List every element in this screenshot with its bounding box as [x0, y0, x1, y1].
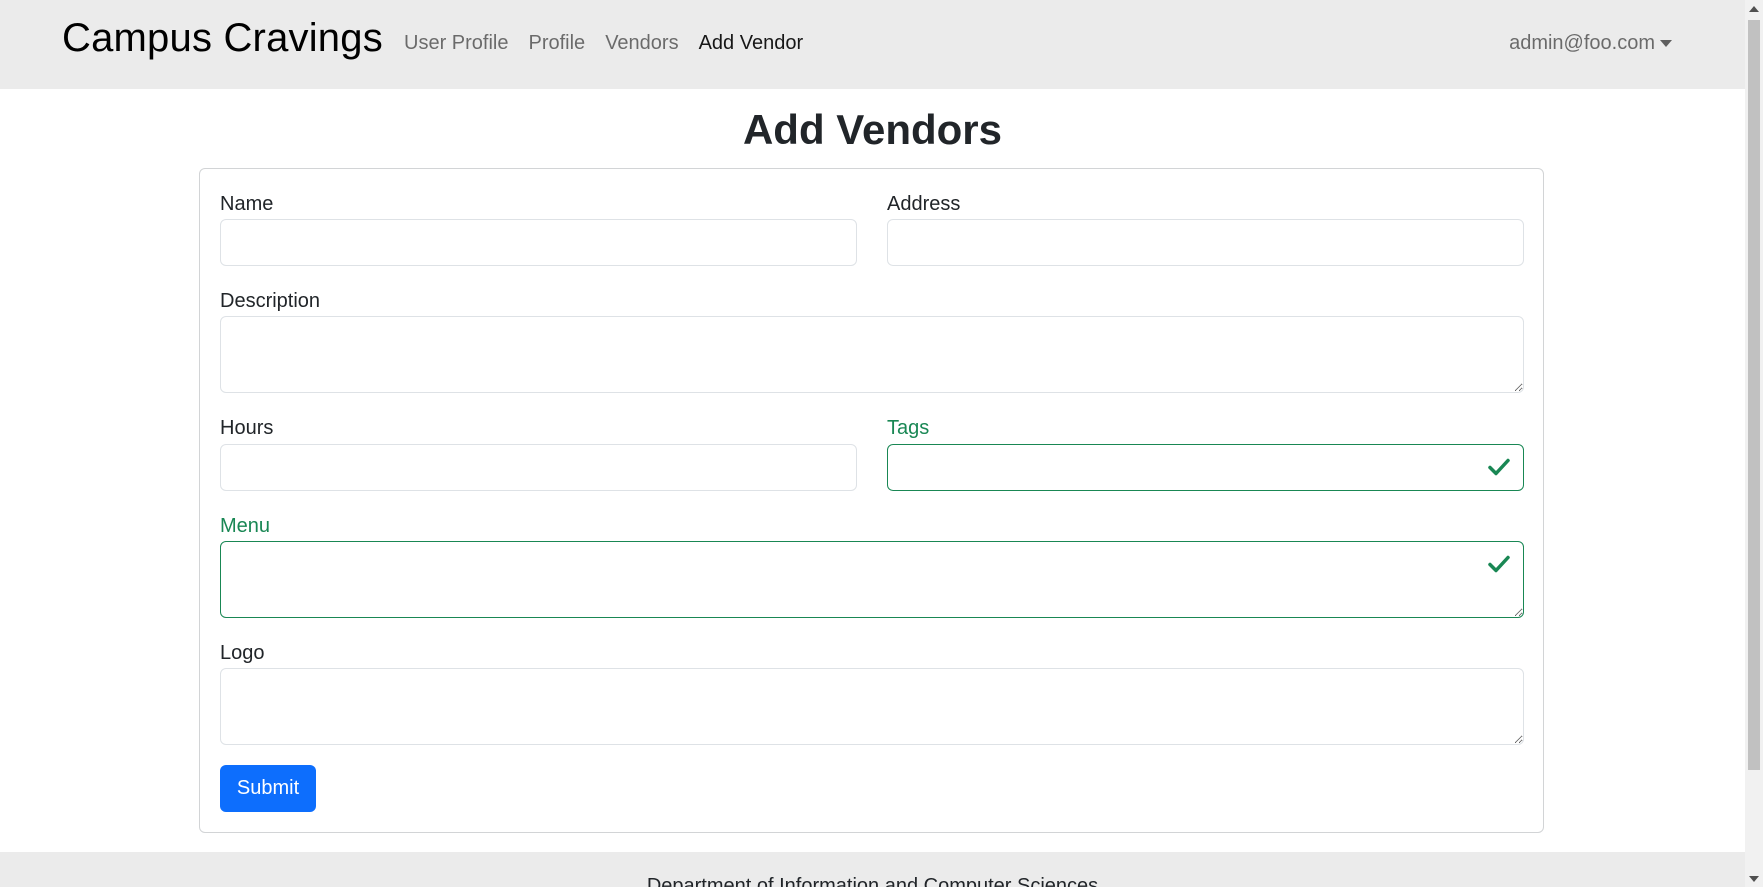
caret-down-icon — [1660, 40, 1672, 47]
scroll-down-arrow-icon[interactable] — [1749, 876, 1759, 882]
tags-input[interactable] — [887, 444, 1524, 491]
description-textarea[interactable] — [220, 316, 1524, 393]
scroll-thumb[interactable] — [1748, 20, 1760, 770]
user-email: admin@foo.com — [1509, 32, 1655, 54]
tags-label: Tags — [887, 417, 930, 439]
check-icon — [1488, 555, 1510, 573]
address-input[interactable] — [887, 219, 1524, 266]
description-label: Description — [220, 290, 321, 312]
logo-textarea[interactable] — [220, 668, 1524, 745]
nav-link-vendors[interactable]: Vendors — [605, 32, 678, 55]
page-title: Add Vendors — [742, 106, 1003, 153]
hours-label: Hours — [220, 417, 274, 439]
nav-link-add-vendor[interactable]: Add Vendor — [699, 32, 804, 55]
address-label: Address — [887, 193, 961, 215]
add-vendor-form: Name Address Description Hours Tags Menu… — [199, 168, 1544, 833]
top-navbar: Campus Cravings User Profile Profile Ven… — [0, 0, 1745, 89]
scroll-up-arrow-icon[interactable] — [1749, 6, 1759, 12]
hours-input[interactable] — [220, 444, 857, 491]
submit-button[interactable]: Submit — [220, 765, 316, 812]
menu-label: Menu — [220, 515, 271, 537]
footer: Department of Information and Computer S… — [0, 852, 1745, 887]
footer-text: Department of Information and Computer S… — [646, 875, 1099, 887]
page-scrollbar[interactable] — [1745, 0, 1763, 887]
nav-link-user-profile[interactable]: User Profile — [404, 32, 508, 55]
name-input[interactable] — [220, 219, 857, 266]
name-label: Name — [220, 193, 274, 215]
nav-links: User Profile Profile Vendors Add Vendor — [404, 32, 823, 55]
check-icon — [1488, 458, 1510, 476]
menu-textarea[interactable] — [220, 541, 1524, 618]
nav-link-profile[interactable]: Profile — [528, 32, 585, 55]
brand-logo-text[interactable]: Campus Cravings — [62, 16, 383, 61]
logo-label: Logo — [220, 642, 265, 664]
user-menu-dropdown[interactable]: admin@foo.com — [1509, 32, 1672, 55]
